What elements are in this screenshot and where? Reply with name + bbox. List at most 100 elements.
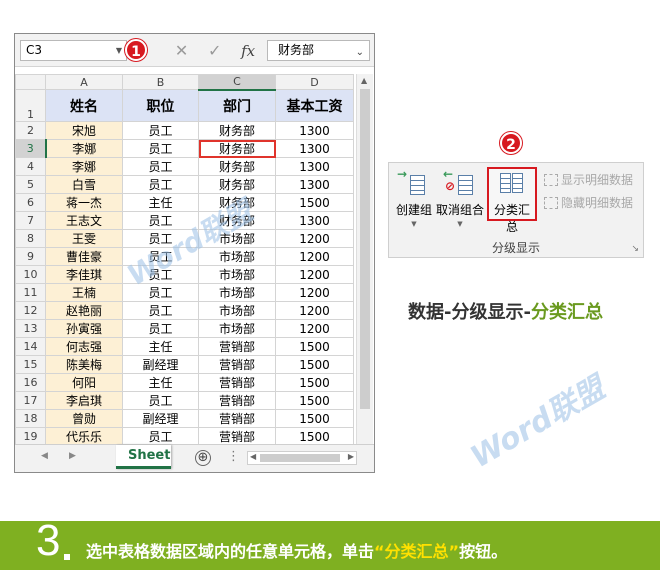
row-header[interactable]: 16 <box>15 373 46 392</box>
row-header[interactable]: 3 <box>15 139 47 158</box>
row-header[interactable]: 5 <box>15 175 46 194</box>
cancel-icon[interactable]: ✕ <box>175 41 188 60</box>
header-cell-name[interactable]: 姓名 <box>45 89 123 122</box>
cell-name[interactable]: 王雯 <box>45 229 123 248</box>
cell-department[interactable]: 营销部 <box>198 391 276 410</box>
cell-department[interactable]: 营销部 <box>198 373 276 392</box>
scroll-thumb[interactable] <box>360 89 370 409</box>
vertical-scrollbar[interactable]: ▲ ▼ <box>356 74 373 464</box>
scroll-left-icon[interactable]: ◀ <box>250 452 256 461</box>
cell-name[interactable]: 曹佳豪 <box>45 247 123 266</box>
cell-salary[interactable]: 1300 <box>275 139 354 158</box>
cell-salary[interactable]: 1200 <box>275 301 354 320</box>
cell-salary[interactable]: 1200 <box>275 265 354 284</box>
cell-position[interactable]: 员工 <box>122 175 199 194</box>
column-header-d[interactable]: D <box>275 74 354 90</box>
cell-name[interactable]: 李娜 <box>45 139 123 158</box>
header-cell-department[interactable]: 部门 <box>198 89 276 122</box>
scroll-up-icon[interactable]: ▲ <box>361 76 367 85</box>
column-header-c[interactable]: C <box>198 74 276 91</box>
cell-position[interactable]: 副经理 <box>122 409 199 428</box>
cell-salary[interactable]: 1200 <box>275 247 354 266</box>
horizontal-scrollbar[interactable]: ◀ ▶ <box>247 451 357 465</box>
tab-next-icon[interactable]: ▶ <box>69 451 76 461</box>
scroll-thumb[interactable] <box>260 454 340 462</box>
cell-salary[interactable]: 1300 <box>275 211 354 230</box>
hide-detail-button[interactable]: 隐藏明细数据 <box>544 194 633 211</box>
cell-position[interactable]: 员工 <box>122 139 199 158</box>
cell-name[interactable]: 赵艳丽 <box>45 301 123 320</box>
column-header-b[interactable]: B <box>122 74 199 90</box>
row-header[interactable]: 7 <box>15 211 46 230</box>
row-header[interactable]: 1 <box>15 89 46 122</box>
cell-salary[interactable]: 1500 <box>275 373 354 392</box>
cell-name[interactable]: 何阳 <box>45 373 123 392</box>
cell-salary[interactable]: 1500 <box>275 355 354 374</box>
name-box[interactable]: C3 ▼ <box>20 40 127 61</box>
column-header-a[interactable]: A <box>45 74 123 90</box>
cell-position[interactable]: 副经理 <box>122 355 199 374</box>
formula-input[interactable]: 财务部 ⌄ <box>267 40 370 61</box>
row-header[interactable]: 11 <box>15 283 46 302</box>
row-header[interactable]: 9 <box>15 247 46 266</box>
row-header[interactable]: 2 <box>15 121 46 140</box>
cell-department[interactable]: 营销部 <box>198 337 276 356</box>
tab-prev-icon[interactable]: ◀ <box>41 451 48 461</box>
more-icon[interactable]: ⋮ <box>227 449 240 464</box>
cell-salary[interactable]: 1300 <box>275 175 354 194</box>
cell-position[interactable]: 员工 <box>122 319 199 338</box>
cell-name[interactable]: 李佳琪 <box>45 265 123 284</box>
row-header[interactable]: 15 <box>15 355 46 374</box>
row-header[interactable]: 17 <box>15 391 46 410</box>
cell-position[interactable]: 员工 <box>122 391 199 410</box>
dialog-launcher-icon[interactable]: ↘ <box>631 244 639 254</box>
cell-department[interactable]: 营销部 <box>198 355 276 374</box>
cell-department[interactable]: 市场部 <box>198 265 276 284</box>
select-all-corner[interactable] <box>15 74 46 90</box>
cell-name[interactable]: 王楠 <box>45 283 123 302</box>
cell-position[interactable]: 员工 <box>122 301 199 320</box>
enter-icon[interactable]: ✓ <box>208 41 221 60</box>
cell-name[interactable]: 宋旭 <box>45 121 123 140</box>
row-header[interactable]: 10 <box>15 265 46 284</box>
active-cell[interactable]: 财务部 <box>198 139 276 158</box>
cell-name[interactable]: 陈美梅 <box>45 355 123 374</box>
cell-salary[interactable]: 1300 <box>275 121 354 140</box>
row-header[interactable]: 19 <box>15 427 46 446</box>
row-header[interactable]: 12 <box>15 301 46 320</box>
group-button[interactable]: → 创建组 ▼ <box>393 167 435 233</box>
cell-name[interactable]: 曾勋 <box>45 409 123 428</box>
cell-name[interactable]: 李娜 <box>45 157 123 176</box>
subtotal-button[interactable]: 分类汇总 <box>487 167 537 234</box>
cell-department[interactable]: 营销部 <box>198 427 276 446</box>
cell-name[interactable]: 代乐乐 <box>45 427 123 446</box>
ungroup-button[interactable]: ← ⊘ 取消组合 ▼ <box>435 167 485 233</box>
cell-salary[interactable]: 1500 <box>275 391 354 410</box>
scroll-right-icon[interactable]: ▶ <box>348 452 354 461</box>
cell-name[interactable]: 王志文 <box>45 211 123 230</box>
cell-position[interactable]: 主任 <box>122 193 199 212</box>
cell-position[interactable]: 员工 <box>122 427 199 446</box>
cell-name[interactable]: 蒋一杰 <box>45 193 123 212</box>
row-header[interactable]: 13 <box>15 319 46 338</box>
cell-salary[interactable]: 1500 <box>275 193 354 212</box>
add-sheet-icon[interactable]: ⊕ <box>195 450 211 466</box>
cell-salary[interactable]: 1300 <box>275 157 354 176</box>
cell-department[interactable]: 市场部 <box>198 283 276 302</box>
cell-department[interactable]: 营销部 <box>198 409 276 428</box>
cell-name[interactable]: 李启琪 <box>45 391 123 410</box>
row-header[interactable]: 4 <box>15 157 46 176</box>
cell-position[interactable]: 主任 <box>122 337 199 356</box>
cell-salary[interactable]: 1200 <box>275 283 354 302</box>
insert-function-icon[interactable]: fx <box>241 42 255 60</box>
row-header[interactable]: 18 <box>15 409 46 428</box>
chevron-down-icon[interactable]: ⌄ <box>356 43 364 62</box>
chevron-down-icon[interactable]: ▼ <box>116 41 122 60</box>
cell-department[interactable]: 财务部 <box>198 121 276 140</box>
row-header[interactable]: 6 <box>15 193 46 212</box>
cell-salary[interactable]: 1500 <box>275 427 354 446</box>
cell-salary[interactable]: 1500 <box>275 409 354 428</box>
header-cell-position[interactable]: 职位 <box>122 89 199 122</box>
chevron-down-icon[interactable]: ▼ <box>435 220 485 228</box>
cell-department[interactable]: 市场部 <box>198 319 276 338</box>
